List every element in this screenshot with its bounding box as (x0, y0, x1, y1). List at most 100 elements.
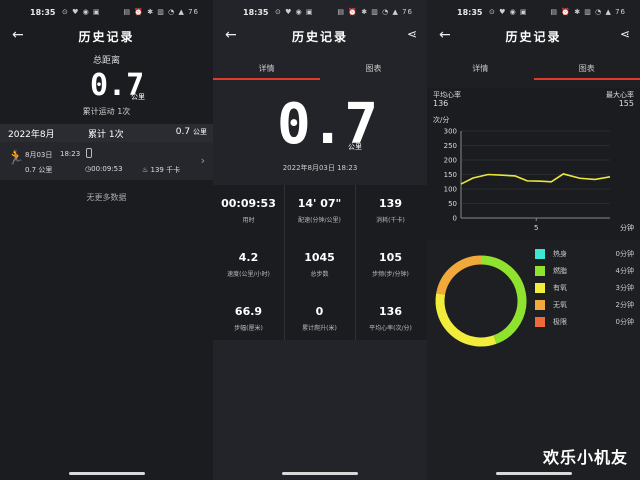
system-icons: ▤ ⏰ ✱ ▥ ◔ ▲ 76 (123, 8, 199, 16)
y-tick-label: 150 (444, 171, 457, 179)
stat-value: 66.9 (234, 305, 263, 318)
zone-name: 燃脂 (553, 267, 567, 275)
zone-value: 2分钟 (615, 301, 634, 309)
tab-details[interactable]: 详情 (213, 63, 320, 74)
x-tick-label: 5 (534, 224, 538, 232)
y-axis-label: 次/分 (433, 115, 449, 124)
zone-name: 热身 (553, 250, 567, 258)
stat-cell-climb: 0 累计爬升(米) (284, 305, 355, 332)
zone-name: 有氧 (553, 284, 567, 292)
home-indicator[interactable] (68, 472, 145, 475)
stat-value: 136 (379, 305, 402, 318)
legend-row: 无氧 2分钟 (535, 299, 634, 313)
stat-label: 平均心率(次/分) (369, 325, 412, 332)
stat-label: 消耗(千卡) (376, 217, 405, 224)
stat-value: 105 (379, 251, 402, 264)
stats-grid: 00:09:53 用时 14' 07" 配速(分钟/公里) 139 消耗(千卡) 4.… (213, 185, 427, 340)
stat-value: 0 (315, 305, 324, 318)
watermark-text: 欢乐小机友 (542, 448, 628, 467)
page-title: 历史记录 (505, 30, 562, 44)
y-tick-label: 300 (444, 128, 457, 136)
running-person-icon: 🏃 (7, 150, 25, 166)
active-tab-indicator (213, 78, 320, 80)
system-icons: ▤ ⏰ ✱ ▥ ◔ ▲ 76 (550, 8, 626, 16)
y-tick-label: 250 (444, 142, 457, 150)
heart-rate-chart-area: 平均心率 136 最大心率 155 次/分 0 50 100 150 200 250 300 5… (427, 88, 640, 240)
zone-value: 0分钟 (615, 318, 634, 326)
home-indicator[interactable] (495, 472, 572, 475)
stat-cell-steps: 1045 总步数 (284, 251, 355, 278)
tab-details[interactable]: 详情 (427, 63, 534, 74)
zone-value: 3分钟 (615, 284, 634, 292)
record-date: 8月03日 (25, 151, 53, 159)
month-summary-row[interactable]: 2022年8月 累计 1次 0.7 公里 (0, 124, 213, 142)
stat-label: 总步数 (310, 271, 329, 278)
stat-value: 4.2 (238, 251, 259, 264)
status-bar: 18:35 ⊙ ♥ ◉ ▣ ▤ ⏰ ✱ ▥ ◔ ▲ 76 (427, 0, 640, 24)
tab-bar: 详情 图表 (213, 60, 427, 80)
distance-value: 0.7 (277, 92, 379, 157)
stat-cell-pace: 14' 07" 配速(分钟/公里) (284, 197, 355, 224)
y-tick-label: 100 (444, 186, 457, 194)
status-bar: 18:35 ⊙ ♥ ◉ ▣ ▤ ⏰ ✱ ▥ ◔ ▲ 76 (0, 0, 213, 24)
month-distance-value: 0.7 (175, 127, 191, 137)
chart-screen: 18:35 ⊙ ♥ ◉ ▣ ▤ ⏰ ✱ ▥ ◔ ▲ 76 ← 历史记录 ⋖ 详情… (427, 0, 640, 480)
stat-label: 用时 (242, 217, 255, 224)
zone-value: 0分钟 (615, 250, 634, 258)
y-tick-label: 0 (453, 215, 457, 223)
month-distance: 0.7 公里 (176, 127, 207, 137)
zone-name: 极限 (553, 318, 567, 326)
share-icon[interactable]: ⋖ (407, 27, 417, 41)
notification-icons: ⊙ ♥ ◉ ▣ (275, 8, 314, 16)
tab-chart[interactable]: 图表 (534, 63, 640, 74)
heart-rate-line-chart: 次/分 0 50 100 150 200 250 300 5 分钟 (433, 115, 634, 232)
history-list-screen: 18:35 ⊙ ♥ ◉ ▣ ▤ ⏰ ✱ ▥ ◔ ▲ 76 ← 历史记录 总距离 … (0, 0, 213, 480)
notification-icons: ⊙ ♥ ◉ ▣ (62, 8, 101, 16)
legend-swatch (535, 283, 545, 293)
workout-date: 2022年8月03日 18:23 (282, 164, 358, 172)
month-count: 累计 1次 (88, 130, 124, 140)
heart-rate-series-line (460, 173, 611, 185)
legend-swatch (535, 249, 545, 259)
record-calories-value: 139 千卡 (150, 166, 181, 174)
page-title: 历史记录 (78, 30, 135, 44)
battery-level: 76 (188, 8, 199, 16)
tab-chart[interactable]: 图表 (320, 63, 427, 74)
title-bar: ← 历史记录 ⋖ (213, 24, 427, 48)
distance-unit: 公里 (348, 143, 362, 151)
stat-cell-calories: 139 消耗(千卡) (355, 197, 426, 224)
total-distance-unit: 公里 (131, 93, 145, 101)
heart-rate-zone-donut (435, 255, 527, 347)
record-duration-value: 00:09:53 (91, 165, 123, 173)
stat-value: 14' 07" (297, 197, 342, 210)
legend-row: 极限 0分钟 (535, 316, 634, 330)
stat-label: 步频(步/分钟) (372, 271, 409, 278)
title-bar: ← 历史记录 (0, 24, 213, 48)
stat-cell-avg-hr: 136 平均心率(次/分) (355, 305, 426, 332)
stat-cell-speed: 4.2 速度(公里/小时) (213, 251, 284, 278)
stat-cell-duration: 00:09:53 用时 (213, 197, 284, 224)
stat-value: 1045 (304, 251, 335, 264)
legend-row: 有氧 3分钟 (535, 282, 634, 296)
chevron-right-icon: › (200, 154, 205, 167)
workout-record-row[interactable]: 🏃 8月03日 18:23 0.7 公里 ◷00:09:53 ♨ 139 千卡 … (0, 142, 213, 180)
share-icon[interactable]: ⋖ (620, 27, 630, 41)
tab-bar: 详情 图表 (427, 60, 640, 80)
legend-swatch (535, 300, 545, 310)
donut-slice-无氧 (436, 255, 482, 295)
status-time: 18:35 (457, 8, 483, 17)
active-tab-indicator (534, 78, 640, 80)
zone-value: 4分钟 (615, 267, 634, 275)
month-distance-unit: 公里 (193, 128, 207, 136)
legend-row: 热身 0分钟 (535, 248, 634, 262)
month-label: 2022年8月 (8, 130, 55, 140)
stat-cell-cadence: 105 步频(步/分钟) (355, 251, 426, 278)
stat-label: 速度(公里/小时) (227, 271, 270, 278)
watch-icon (86, 148, 92, 158)
status-bar: 18:35 ⊙ ♥ ◉ ▣ ▤ ⏰ ✱ ▥ ◔ ▲ 76 (213, 0, 427, 24)
battery-level: 76 (615, 8, 626, 16)
zone-name: 无氧 (553, 301, 567, 309)
status-time: 18:35 (30, 8, 56, 17)
stat-cell-stride: 66.9 步幅(厘米) (213, 305, 284, 332)
home-indicator[interactable] (282, 472, 358, 475)
